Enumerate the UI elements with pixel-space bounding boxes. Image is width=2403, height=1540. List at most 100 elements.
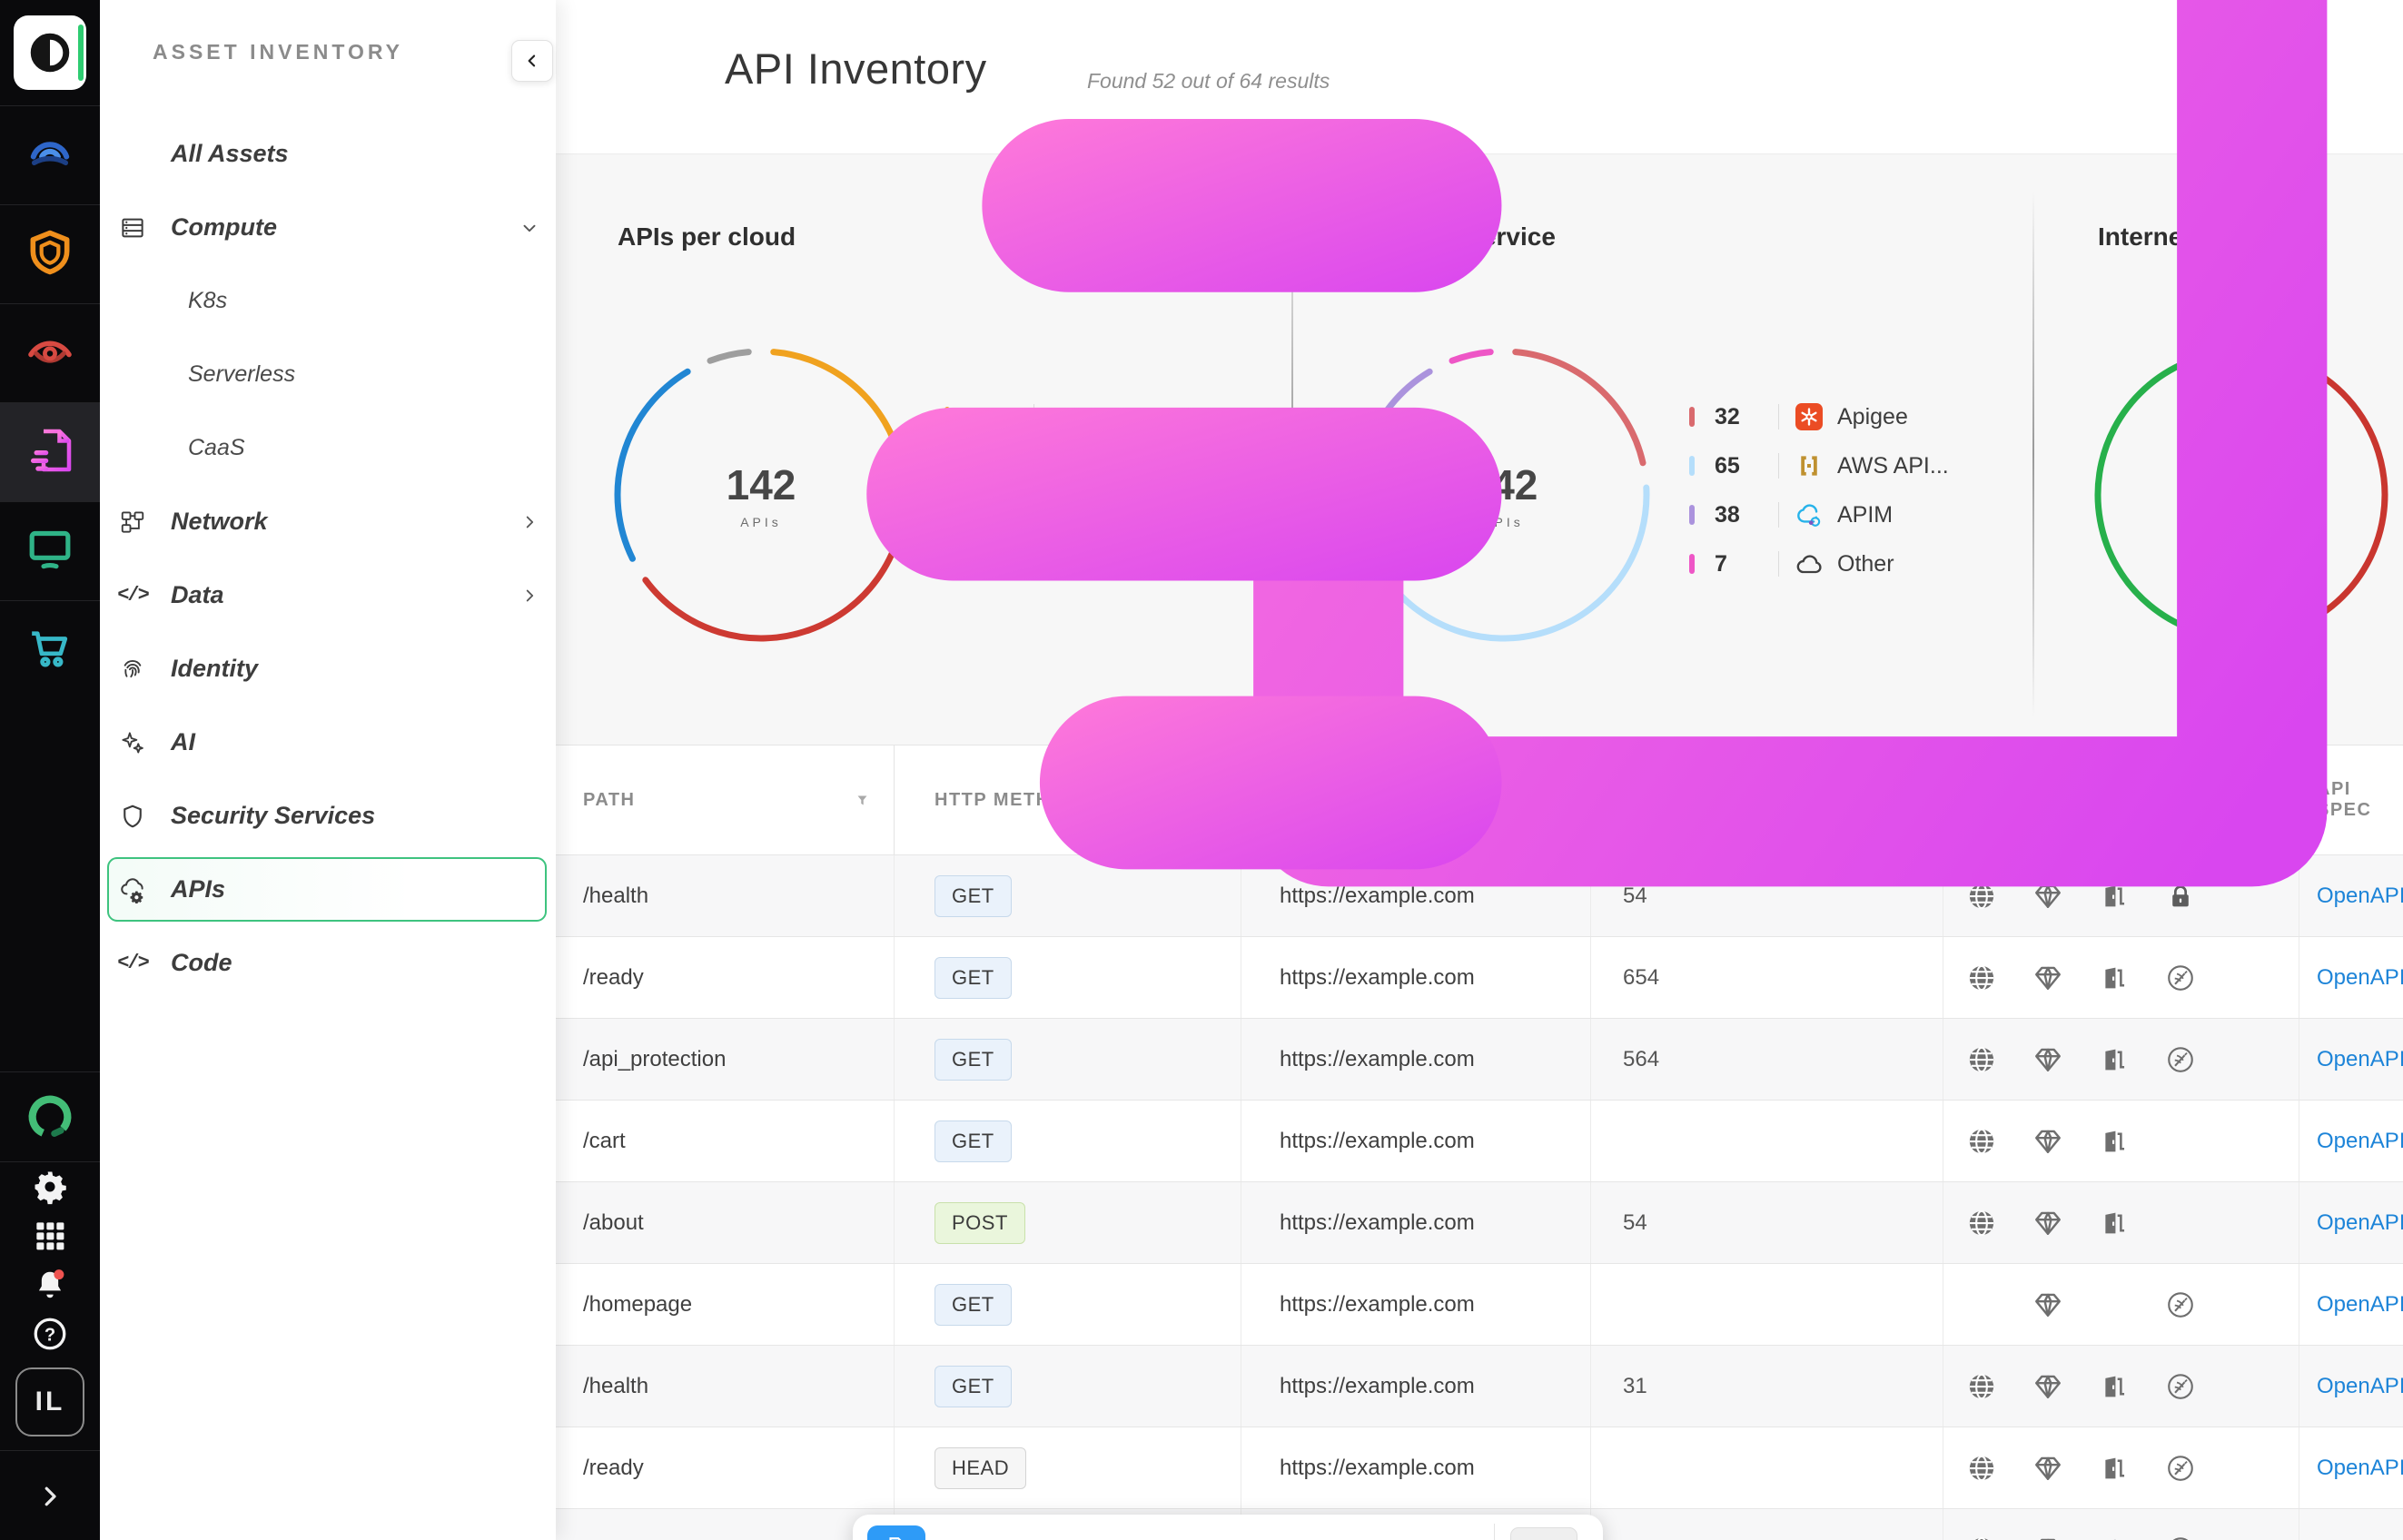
table-row[interactable]: /about POST https://example.com 54 OpenA… <box>556 1181 2403 1263</box>
cell-api-spec: OpenAPI <box>2299 1427 2403 1508</box>
dock-divider <box>1494 1524 1495 1540</box>
dock-secondary-button[interactable] <box>1510 1527 1577 1540</box>
api-spec-link[interactable]: OpenAPI <box>2317 1129 2403 1154</box>
api-spec-link[interactable]: OpenAPI <box>2317 1456 2403 1481</box>
page-title: API Inventory <box>725 44 987 94</box>
dock-tool-icon[interactable] <box>980 1536 1007 1540</box>
gem-risk-icon <box>2032 1126 2099 1157</box>
cell-risk-factors <box>1943 1182 2299 1263</box>
rail-expand-button[interactable] <box>0 1450 100 1540</box>
sidebar-item-serverless[interactable]: Serverless <box>100 338 556 411</box>
chevron-right-icon <box>0 1451 100 1540</box>
table-row[interactable]: /homepage GET https://example.com OpenAP… <box>556 1263 2403 1345</box>
dock-tool-icon[interactable] <box>1191 1536 1218 1540</box>
chevron-down-icon[interactable] <box>519 218 539 238</box>
cell-server: https://example.com <box>1241 1264 1591 1345</box>
security-icon <box>118 802 147 831</box>
server-value: https://example.com <box>1280 1210 1475 1236</box>
rail-item-shield-orange[interactable] <box>0 204 100 303</box>
api-spec-link[interactable]: OpenAPI <box>2317 1047 2403 1072</box>
sidebar-item-network[interactable]: Network <box>100 485 556 558</box>
results-count: Found 52 out of 64 results <box>1087 69 1330 94</box>
table-row[interactable]: /health GET https://example.com 31 OpenA… <box>556 1345 2403 1426</box>
chevron-right-icon[interactable] <box>519 512 539 532</box>
apis-icon <box>118 875 147 904</box>
cell-path: /health <box>556 1346 895 1426</box>
user-avatar[interactable]: IL <box>0 1358 100 1445</box>
page-header: API Inventory Found 52 out of 64 results <box>556 0 2403 154</box>
sidebar-item-security-services[interactable]: Security Services <box>100 779 556 853</box>
path-value: /ready <box>583 1456 644 1481</box>
cell-api-spec: OpenAPI <box>2299 1509 2403 1540</box>
dock-tool-icon[interactable] <box>1369 1536 1396 1540</box>
api-spec-link[interactable]: OpenAPI <box>2317 1292 2403 1318</box>
chevron-right-icon[interactable] <box>519 586 539 606</box>
dock-tool-icon[interactable] <box>1434 1536 1461 1540</box>
path-value: /ready <box>583 965 644 991</box>
sidebar-item-label: Security Services <box>171 802 375 830</box>
app-icon-rail: ? IL <box>0 0 100 1540</box>
dock-tool-icon[interactable] <box>1084 1536 1112 1540</box>
gem-risk-icon <box>2032 1535 2099 1540</box>
api-spec-link[interactable]: OpenAPI <box>2317 1537 2403 1540</box>
gem-risk-icon <box>2032 1371 2099 1402</box>
sidebar-item-compute[interactable]: Compute <box>100 191 556 264</box>
dock-primary-button[interactable] <box>867 1525 925 1540</box>
path-value: /about <box>583 1210 644 1236</box>
sidebar-item-ai[interactable]: AI <box>100 706 556 779</box>
sidebar-item-all-assets[interactable]: All Assets <box>100 117 556 191</box>
rail-item-apps[interactable] <box>0 1211 100 1260</box>
http-method-badge: GET <box>934 1039 1012 1081</box>
table-row[interactable]: /ready HEAD https://example.com OpenAPI <box>556 1426 2403 1508</box>
sidebar-item-label: Code <box>171 949 232 977</box>
rail-item-ring-logo[interactable] <box>0 1071 100 1162</box>
cell-server: https://example.com <box>1241 1427 1591 1508</box>
table-row[interactable]: /cart GET https://example.com OpenAPI <box>556 1100 2403 1181</box>
rail-item-api-doc-pink[interactable] <box>0 402 100 501</box>
sidebar-item-label: APIs <box>171 875 225 903</box>
sidebar-item-label: Identity <box>171 655 258 683</box>
cell-path: /cart <box>556 1101 895 1181</box>
page-icon <box>867 1525 925 1540</box>
cart-teal-icon <box>25 623 75 678</box>
brand-logo-tile[interactable] <box>0 0 100 105</box>
api-spec-link[interactable]: OpenAPI <box>2317 1374 2403 1399</box>
sidebar-item-code[interactable]: </>Code <box>100 926 556 1000</box>
sidebar-item-label: K8s <box>188 288 227 314</box>
cell-method: GET <box>895 1264 1241 1345</box>
rail-item-radar[interactable] <box>0 105 100 204</box>
sidebar-item-data[interactable]: </>Data <box>100 558 556 632</box>
sidebar-item-identity[interactable]: Identity <box>100 632 556 706</box>
sidebar-collapse-button[interactable] <box>511 40 553 82</box>
api-spec-link[interactable]: OpenAPI <box>2317 1210 2403 1236</box>
rail-item-eye-red[interactable] <box>0 303 100 402</box>
sidebar-item-label: Data <box>171 581 224 609</box>
chevron-left-icon <box>512 41 552 81</box>
cell-api-spec: OpenAPI <box>2299 1101 2403 1181</box>
column-label: PATH <box>583 790 635 811</box>
cell-path: /api_protection <box>556 1509 895 1540</box>
inspected-value: 99 <box>1623 1537 1647 1540</box>
rail-item-monitor-green[interactable] <box>0 501 100 600</box>
cell-api-spec: OpenAPI <box>2299 1182 2403 1263</box>
sidebar-item-apis[interactable]: APIs <box>100 853 556 926</box>
wasp-risk-icon <box>2165 1453 2231 1484</box>
http-method-badge: HEAD <box>934 1447 1026 1489</box>
rail-item-notifications[interactable] <box>0 1260 100 1309</box>
rail-item-cart-teal[interactable] <box>0 600 100 699</box>
logo-accent-strip <box>78 25 84 81</box>
cell-path: /ready <box>556 1427 895 1508</box>
door-risk-icon <box>2099 1208 2165 1239</box>
gem-risk-icon <box>2032 1453 2099 1484</box>
door-risk-icon <box>2099 1126 2165 1157</box>
globe-risk-icon <box>1966 1208 2032 1239</box>
monitor-green-icon <box>25 524 75 579</box>
sidebar-item-k8s[interactable]: K8s <box>100 264 556 338</box>
rail-item-help[interactable]: ? <box>0 1309 100 1358</box>
cell-inspected <box>1591 1427 1943 1508</box>
network-icon <box>118 508 147 537</box>
rail-item-settings[interactable] <box>0 1162 100 1211</box>
sidebar-item-caas[interactable]: CaaS <box>100 411 556 485</box>
settings-gear-icon <box>0 1162 100 1211</box>
wasp-risk-icon <box>2165 1044 2231 1075</box>
